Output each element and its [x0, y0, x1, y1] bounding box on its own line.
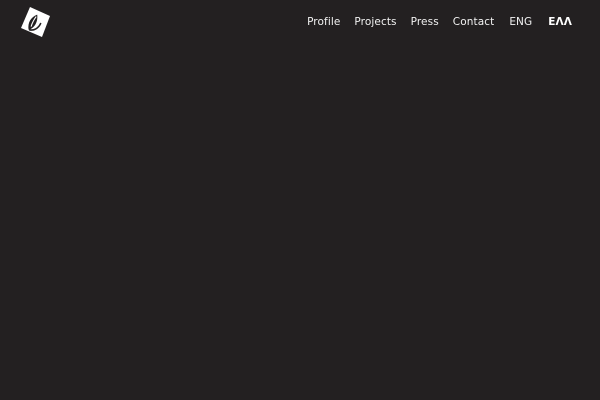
language-switch-english[interactable]: ENG — [509, 14, 532, 30]
site-logo[interactable] — [19, 6, 51, 38]
nav-link-press[interactable]: Press — [411, 14, 439, 30]
site-header: Profile Projects Press Contact ENG ΕΛΛ — [0, 0, 600, 44]
nav-link-projects[interactable]: Projects — [354, 14, 396, 30]
language-switch-greek[interactable]: ΕΛΛ — [548, 14, 572, 30]
leaf-in-diamond-logo-icon — [21, 7, 50, 37]
nav-link-contact[interactable]: Contact — [453, 14, 495, 30]
nav-link-profile[interactable]: Profile — [307, 14, 340, 30]
main-navigation: Profile Projects Press Contact ENG ΕΛΛ — [307, 14, 572, 30]
main-content-area — [0, 44, 600, 400]
